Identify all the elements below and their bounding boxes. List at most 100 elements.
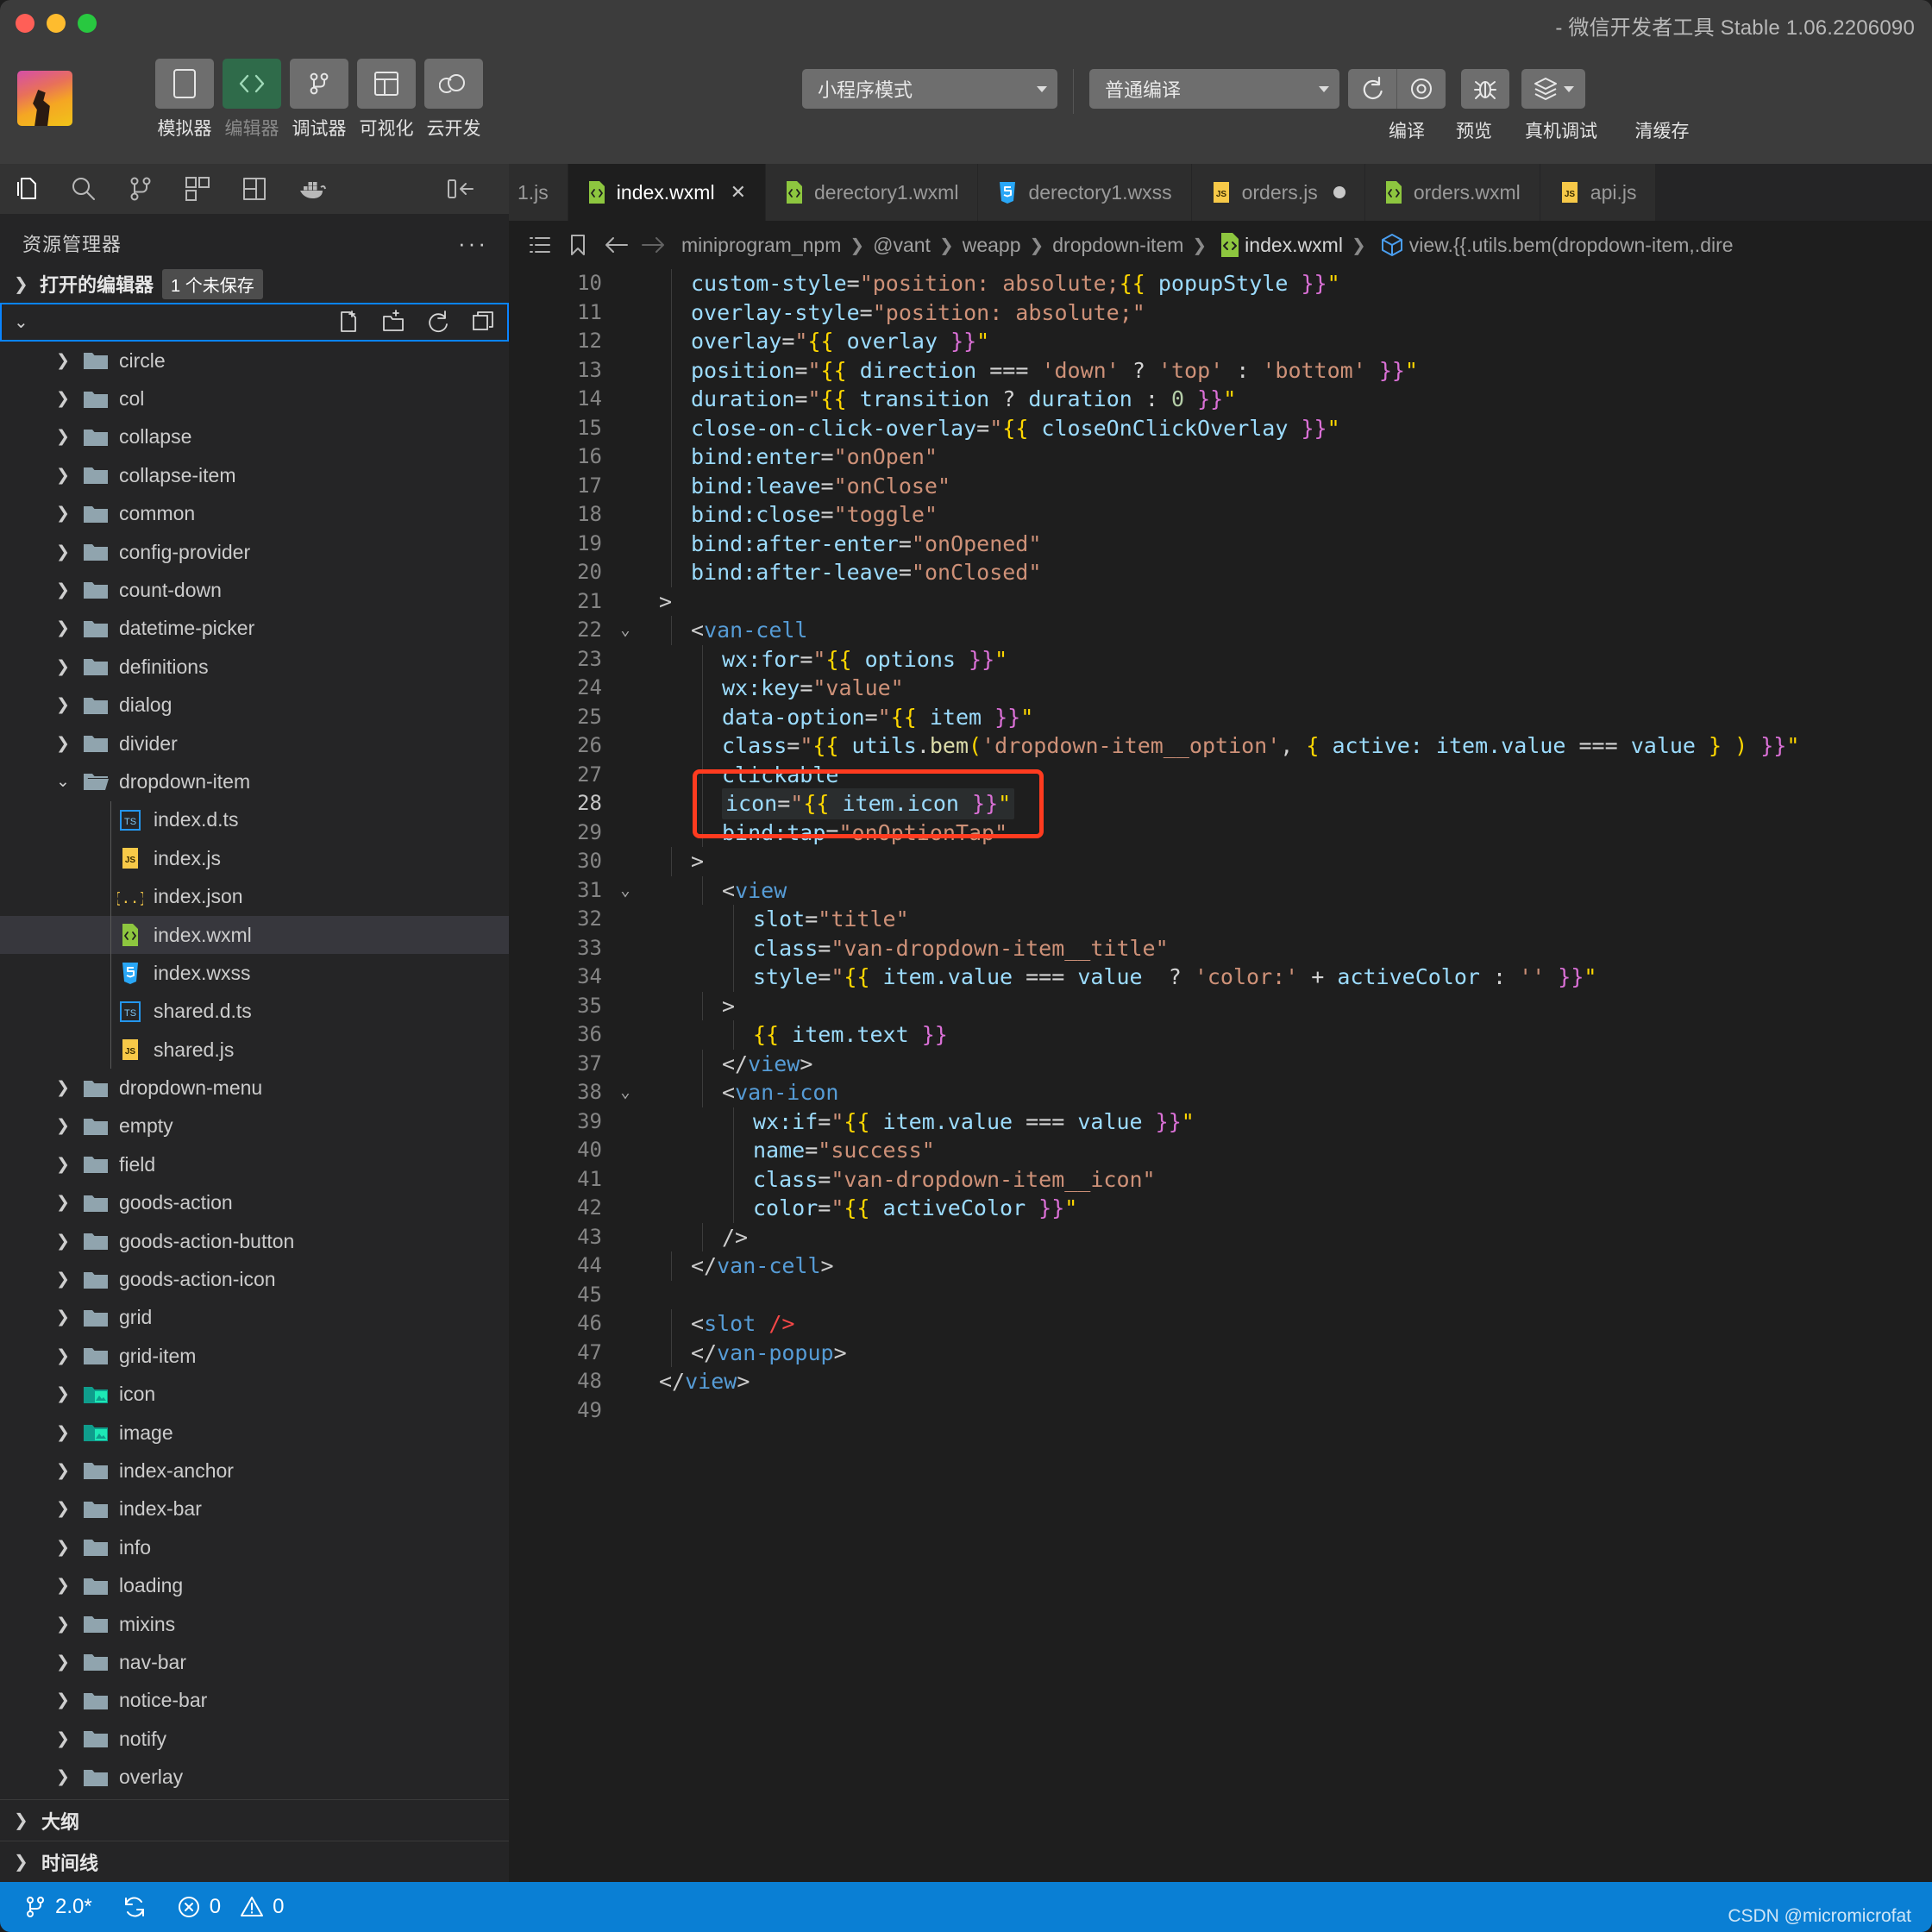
compile-select[interactable]: 普通编译 [1089, 69, 1339, 109]
code-line[interactable]: 30 > [509, 847, 1932, 876]
editor-tab-bar[interactable]: 1.js index.wxml ✕ derectory1.wxml derectory1… [509, 164, 1932, 221]
code-line[interactable]: 48 </view> [509, 1367, 1932, 1396]
toolbar-item-simulator[interactable]: 模拟器 [155, 59, 214, 141]
code-line[interactable]: 23 wx:for="{{ options }}" [509, 644, 1932, 674]
tree-item[interactable]: ❯ goods-action [0, 1184, 509, 1222]
chevron-right-icon[interactable]: ❯ [48, 1729, 78, 1749]
code-line[interactable]: 15 close-on-click-overlay="{{ closeOnClic… [509, 413, 1932, 442]
chevron-right-icon[interactable]: ❯ [48, 466, 78, 486]
code-line[interactable]: 27 clickable [509, 760, 1932, 789]
code-line[interactable]: 14 duration="{{ transition ? duration : 0… [509, 385, 1932, 414]
tree-item[interactable]: TS shared.d.ts [0, 993, 509, 1031]
new-file-icon[interactable] [336, 310, 361, 334]
chevron-right-icon[interactable]: ❯ [48, 1690, 78, 1710]
code-line[interactable]: 21 > [509, 587, 1932, 617]
chevron-down-icon[interactable]: ⌄ [48, 772, 78, 792]
code-line[interactable]: 35 > [509, 991, 1932, 1020]
code-line[interactable]: 28 icon="{{ item.icon }}" [509, 788, 1932, 819]
chevron-right-icon[interactable]: ❯ [48, 1653, 78, 1672]
breadcrumb-item-4[interactable]: index.wxml [1245, 234, 1343, 257]
tree-item[interactable]: TS index.d.ts [0, 801, 509, 839]
minimize-window-button[interactable] [47, 14, 66, 33]
code-line[interactable]: 22 ⌄ <van-cell [509, 616, 1932, 645]
collapse-all-icon[interactable] [471, 310, 495, 334]
code-line[interactable]: 43 /> [509, 1222, 1932, 1251]
compile-button[interactable] [1348, 69, 1396, 109]
chevron-right-icon[interactable]: ❯ [48, 427, 78, 447]
close-tab-button[interactable]: ✕ [731, 181, 746, 204]
mode-select[interactable]: 小程序模式 [802, 69, 1057, 109]
code-line[interactable]: 39 wx:if="{{ item.value === value }}" [509, 1107, 1932, 1136]
preview-button[interactable] [1397, 69, 1446, 109]
code-line[interactable]: 31 ⌄ <view [509, 875, 1932, 905]
code-line[interactable]: 38 ⌄ <van-icon [509, 1078, 1932, 1107]
editor-tab[interactable]: derectory1.wxml [766, 164, 979, 221]
tree-item[interactable]: ❯ loading [0, 1566, 509, 1604]
tree-item[interactable]: ❯ count-down [0, 571, 509, 609]
code-line[interactable]: 40 name="success" [509, 1136, 1932, 1165]
chevron-right-icon[interactable]: ❯ [48, 618, 78, 638]
code-line[interactable]: 44 </van-cell> [509, 1251, 1932, 1281]
toolbar-item-cloud[interactable]: 云开发 [424, 59, 483, 141]
chevron-right-icon[interactable]: ❯ [48, 1232, 78, 1251]
chevron-right-icon[interactable]: ❯ [48, 1193, 78, 1213]
chevron-right-icon[interactable]: ❯ [48, 1538, 78, 1558]
chevron-right-icon[interactable]: ❯ [48, 1576, 78, 1596]
tree-item[interactable]: JS index.js [0, 839, 509, 877]
code-line[interactable]: 49 [509, 1396, 1932, 1426]
breadcrumb-item-0[interactable]: miniprogram_npm [681, 234, 841, 257]
tree-item[interactable]: ❯ empty [0, 1107, 509, 1145]
code-line[interactable]: 10 custom-style="position: absolute;{{ po… [509, 269, 1932, 298]
tree-item[interactable]: ❯ icon [0, 1376, 509, 1414]
chevron-right-icon[interactable]: ❯ [48, 1767, 78, 1787]
new-folder-icon[interactable] [381, 310, 405, 334]
code-line[interactable]: 16 bind:enter="onOpen" [509, 442, 1932, 472]
source-control-icon[interactable] [126, 174, 155, 204]
maximize-window-button[interactable] [78, 14, 97, 33]
chevron-right-icon[interactable]: ❯ [48, 1384, 78, 1404]
tree-item[interactable]: ❯ grid [0, 1299, 509, 1337]
tree-item[interactable]: ❯ image [0, 1414, 509, 1452]
chevron-right-icon[interactable]: ❯ [48, 657, 78, 677]
toolbar-item-editor[interactable]: 编辑器 [223, 59, 281, 141]
tree-item[interactable]: ❯panel [0, 1797, 509, 1799]
breadcrumb-item-2[interactable]: weapp [963, 234, 1021, 257]
status-problems[interactable]: 0 0 [177, 1895, 284, 1919]
file-tree[interactable]: ❯ circle ❯ col ❯ collapse ❯ collapse-item ❯ commo… [0, 342, 509, 1799]
tree-item[interactable]: ❯ datetime-picker [0, 610, 509, 648]
chevron-right-icon[interactable]: ❯ [48, 695, 78, 715]
tree-item[interactable]: ❯ definitions [0, 648, 509, 686]
docker-icon[interactable] [297, 174, 326, 204]
chevron-right-icon[interactable]: ❯ [48, 1615, 78, 1634]
tree-item[interactable]: {..} index.json [0, 877, 509, 915]
tree-item[interactable]: ❯ dialog [0, 686, 509, 724]
editor-tab[interactable]: index.wxml ✕ [568, 164, 766, 221]
status-branch[interactable]: 2.0* [24, 1895, 92, 1919]
search-icon[interactable] [69, 174, 98, 204]
chevron-right-icon[interactable]: ❯ [48, 1423, 78, 1443]
outline-section[interactable]: ❯ 大纲 [0, 1799, 509, 1841]
chevron-right-icon[interactable]: ❯ [48, 1078, 78, 1098]
tree-item[interactable]: ❯ common [0, 495, 509, 533]
back-arrow-icon[interactable] [597, 235, 635, 255]
editor-tab[interactable]: derectory1.wxss [978, 164, 1192, 221]
chevron-right-icon[interactable]: ❯ [48, 351, 78, 371]
code-line[interactable]: 19 bind:after-enter="onOpened" [509, 529, 1932, 558]
tree-item[interactable]: index.wxml [0, 915, 509, 955]
code-line[interactable]: 37 </view> [509, 1049, 1932, 1078]
tree-item[interactable]: ❯ col [0, 380, 509, 417]
code-line[interactable]: 46 <slot /> [509, 1309, 1932, 1339]
chevron-right-icon[interactable]: ❯ [48, 1116, 78, 1136]
tree-item[interactable]: ❯ collapse [0, 418, 509, 456]
code-line[interactable]: 25 data-option="{{ item }}" [509, 702, 1932, 731]
code-line[interactable]: 11 overlay-style="position: absolute;" [509, 298, 1932, 327]
code-line[interactable]: 17 bind:leave="onClose" [509, 471, 1932, 500]
code-line[interactable]: 24 wx:key="value" [509, 674, 1932, 703]
code-line[interactable]: 36 {{ item.text }} [509, 1020, 1932, 1050]
tree-item[interactable]: ❯ grid-item [0, 1337, 509, 1375]
tree-item[interactable]: ❯ collapse-item [0, 456, 509, 494]
tree-item[interactable]: ❯ nav-bar [0, 1643, 509, 1681]
bookmark-icon[interactable] [559, 234, 597, 256]
timeline-section[interactable]: ❯ 时间线 [0, 1841, 509, 1882]
code-line[interactable]: 12 overlay="{{ overlay }}" [509, 327, 1932, 356]
